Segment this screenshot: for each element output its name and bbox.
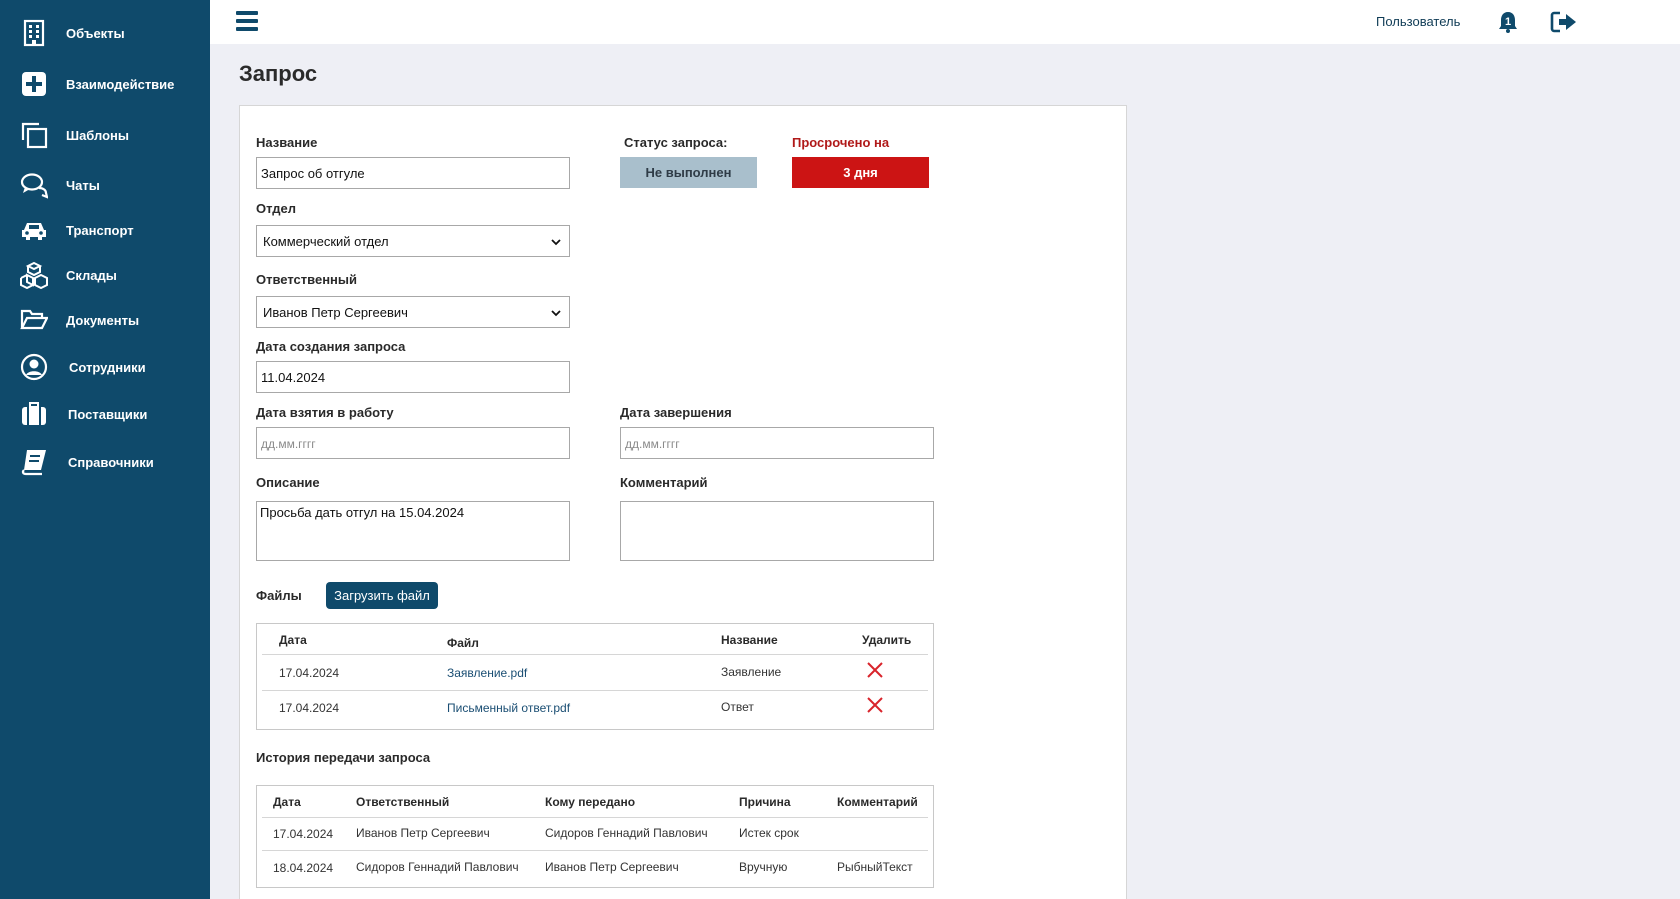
page-title: Запрос bbox=[239, 61, 318, 86]
created-date-input[interactable] bbox=[256, 361, 570, 393]
history-row-comment: РыбныйТекст bbox=[837, 860, 913, 874]
responsible-label: Ответственный bbox=[256, 272, 357, 287]
history-row-to: Иванов Петр Сергеевич bbox=[545, 860, 679, 874]
chat-icon bbox=[19, 170, 49, 200]
department-select[interactable]: Коммерческий отдел bbox=[256, 225, 570, 257]
sidebar-item-transport[interactable]: Транспорт bbox=[0, 208, 210, 252]
folder-open-icon bbox=[19, 305, 49, 335]
history-row-reason: Вручную bbox=[739, 860, 788, 874]
row-divider bbox=[262, 654, 928, 655]
completed-date-input[interactable] bbox=[620, 427, 934, 459]
history-col-header: Дата bbox=[273, 795, 301, 809]
sidebar-item-warehouses[interactable]: Склады bbox=[0, 253, 210, 297]
history-col-header: Причина bbox=[739, 795, 791, 809]
history-row-responsible: Сидоров Геннадий Павлович bbox=[356, 860, 519, 874]
delete-icon[interactable] bbox=[866, 696, 884, 714]
taken-date-input[interactable] bbox=[256, 427, 570, 459]
description-textarea[interactable]: Просьба дать отгул на 15.04.2024 bbox=[256, 501, 570, 561]
sidebar-item-label: Справочники bbox=[68, 454, 154, 470]
history-row-date: 17.04.2024 bbox=[273, 827, 334, 841]
sidebar-item-label: Транспорт bbox=[66, 222, 134, 238]
briefcase-icon bbox=[19, 399, 49, 429]
files-label: Файлы bbox=[256, 588, 302, 603]
building-icon bbox=[19, 18, 49, 48]
notification-bell-icon[interactable]: 1 bbox=[1496, 10, 1520, 34]
responsible-select[interactable]: Иванов Петр Сергеевич bbox=[256, 296, 570, 328]
department-label: Отдел bbox=[256, 201, 297, 216]
name-input[interactable] bbox=[256, 157, 570, 189]
sidebar-item-label: Объекты bbox=[66, 25, 125, 41]
history-row-to: Сидоров Геннадий Павлович bbox=[545, 826, 708, 840]
sidebar-item-chats[interactable]: Чаты bbox=[0, 163, 210, 207]
file-link[interactable]: Заявление.pdf bbox=[447, 666, 527, 680]
responsible-value: Иванов Петр Сергеевич bbox=[263, 304, 408, 320]
history-row-responsible: Иванов Петр Сергеевич bbox=[356, 826, 490, 840]
sidebar: Объекты Взаимодействие Шаблоны Чаты Тран… bbox=[0, 0, 210, 899]
book-icon bbox=[19, 447, 49, 477]
row-divider bbox=[262, 690, 928, 691]
user-circle-icon bbox=[19, 352, 49, 382]
history-col-header: Комментарий bbox=[837, 795, 918, 809]
comment-label: Комментарий bbox=[620, 475, 708, 490]
files-table bbox=[256, 623, 934, 730]
files-col-header: Удалить bbox=[862, 633, 912, 647]
sidebar-item-label: Склады bbox=[66, 267, 117, 283]
history-row-date: 18.04.2024 bbox=[273, 861, 334, 875]
boxes-icon bbox=[19, 260, 49, 290]
overdue-badge: 3 дня bbox=[792, 157, 929, 188]
row-divider bbox=[262, 817, 928, 818]
created-date-label: Дата создания запроса bbox=[256, 339, 406, 354]
sidebar-item-templates[interactable]: Шаблоны bbox=[0, 113, 210, 157]
sidebar-item-references[interactable]: Справочники bbox=[0, 440, 210, 484]
upload-file-button[interactable]: Загрузить файл bbox=[326, 582, 438, 609]
sidebar-item-label: Поставщики bbox=[68, 406, 148, 422]
taken-date-label: Дата взятия в работу bbox=[256, 405, 394, 420]
sidebar-item-label: Документы bbox=[66, 312, 140, 328]
logout-icon[interactable] bbox=[1550, 10, 1578, 34]
status-label: Статус запроса: bbox=[624, 135, 728, 150]
copy-icon bbox=[19, 120, 49, 150]
files-col-header: Название bbox=[721, 633, 778, 647]
comment-textarea[interactable] bbox=[620, 501, 934, 561]
plus-square-icon bbox=[19, 69, 49, 99]
name-label: Название bbox=[256, 135, 318, 150]
completed-date-label: Дата завершения bbox=[620, 405, 732, 420]
car-icon bbox=[19, 215, 49, 245]
sidebar-item-documents[interactable]: Документы bbox=[0, 298, 210, 342]
file-link[interactable]: Письменный ответ.pdf bbox=[447, 701, 570, 715]
delete-icon[interactable] bbox=[866, 661, 884, 679]
chevron-down-icon bbox=[551, 239, 561, 246]
sidebar-item-employees[interactable]: Сотрудники bbox=[0, 345, 210, 389]
notification-count: 1 bbox=[1505, 16, 1511, 28]
files-col-header: Файл bbox=[447, 636, 479, 650]
sidebar-item-interaction[interactable]: Взаимодействие bbox=[0, 62, 210, 106]
overdue-label: Просрочено на bbox=[792, 135, 890, 150]
file-row-name: Ответ bbox=[721, 700, 754, 714]
menu-icon[interactable] bbox=[236, 11, 258, 33]
row-divider bbox=[262, 850, 928, 851]
file-row-date: 17.04.2024 bbox=[279, 666, 340, 680]
sidebar-item-label: Взаимодействие bbox=[66, 76, 175, 92]
sidebar-item-label: Сотрудники bbox=[69, 359, 146, 375]
sidebar-item-label: Шаблоны bbox=[66, 127, 129, 143]
description-label: Описание bbox=[256, 475, 320, 490]
status-badge: Не выполнен bbox=[620, 157, 757, 188]
top-bar: Пользователь 1 bbox=[210, 0, 1680, 44]
sidebar-item-label: Чаты bbox=[66, 177, 100, 193]
department-value: Коммерческий отдел bbox=[263, 233, 389, 249]
history-col-header: Ответственный bbox=[356, 795, 450, 809]
file-row-name: Заявление bbox=[721, 665, 782, 679]
chevron-down-icon bbox=[551, 310, 561, 317]
history-label: История передачи запроса bbox=[256, 750, 431, 765]
file-row-date: 17.04.2024 bbox=[279, 701, 340, 715]
user-menu[interactable]: Пользователь bbox=[1376, 14, 1460, 29]
files-col-header: Дата bbox=[279, 633, 307, 647]
history-col-header: Кому передано bbox=[545, 795, 636, 809]
history-row-reason: Истек срок bbox=[739, 826, 799, 840]
sidebar-item-suppliers[interactable]: Поставщики bbox=[0, 392, 210, 436]
sidebar-item-objects[interactable]: Объекты bbox=[0, 11, 210, 55]
